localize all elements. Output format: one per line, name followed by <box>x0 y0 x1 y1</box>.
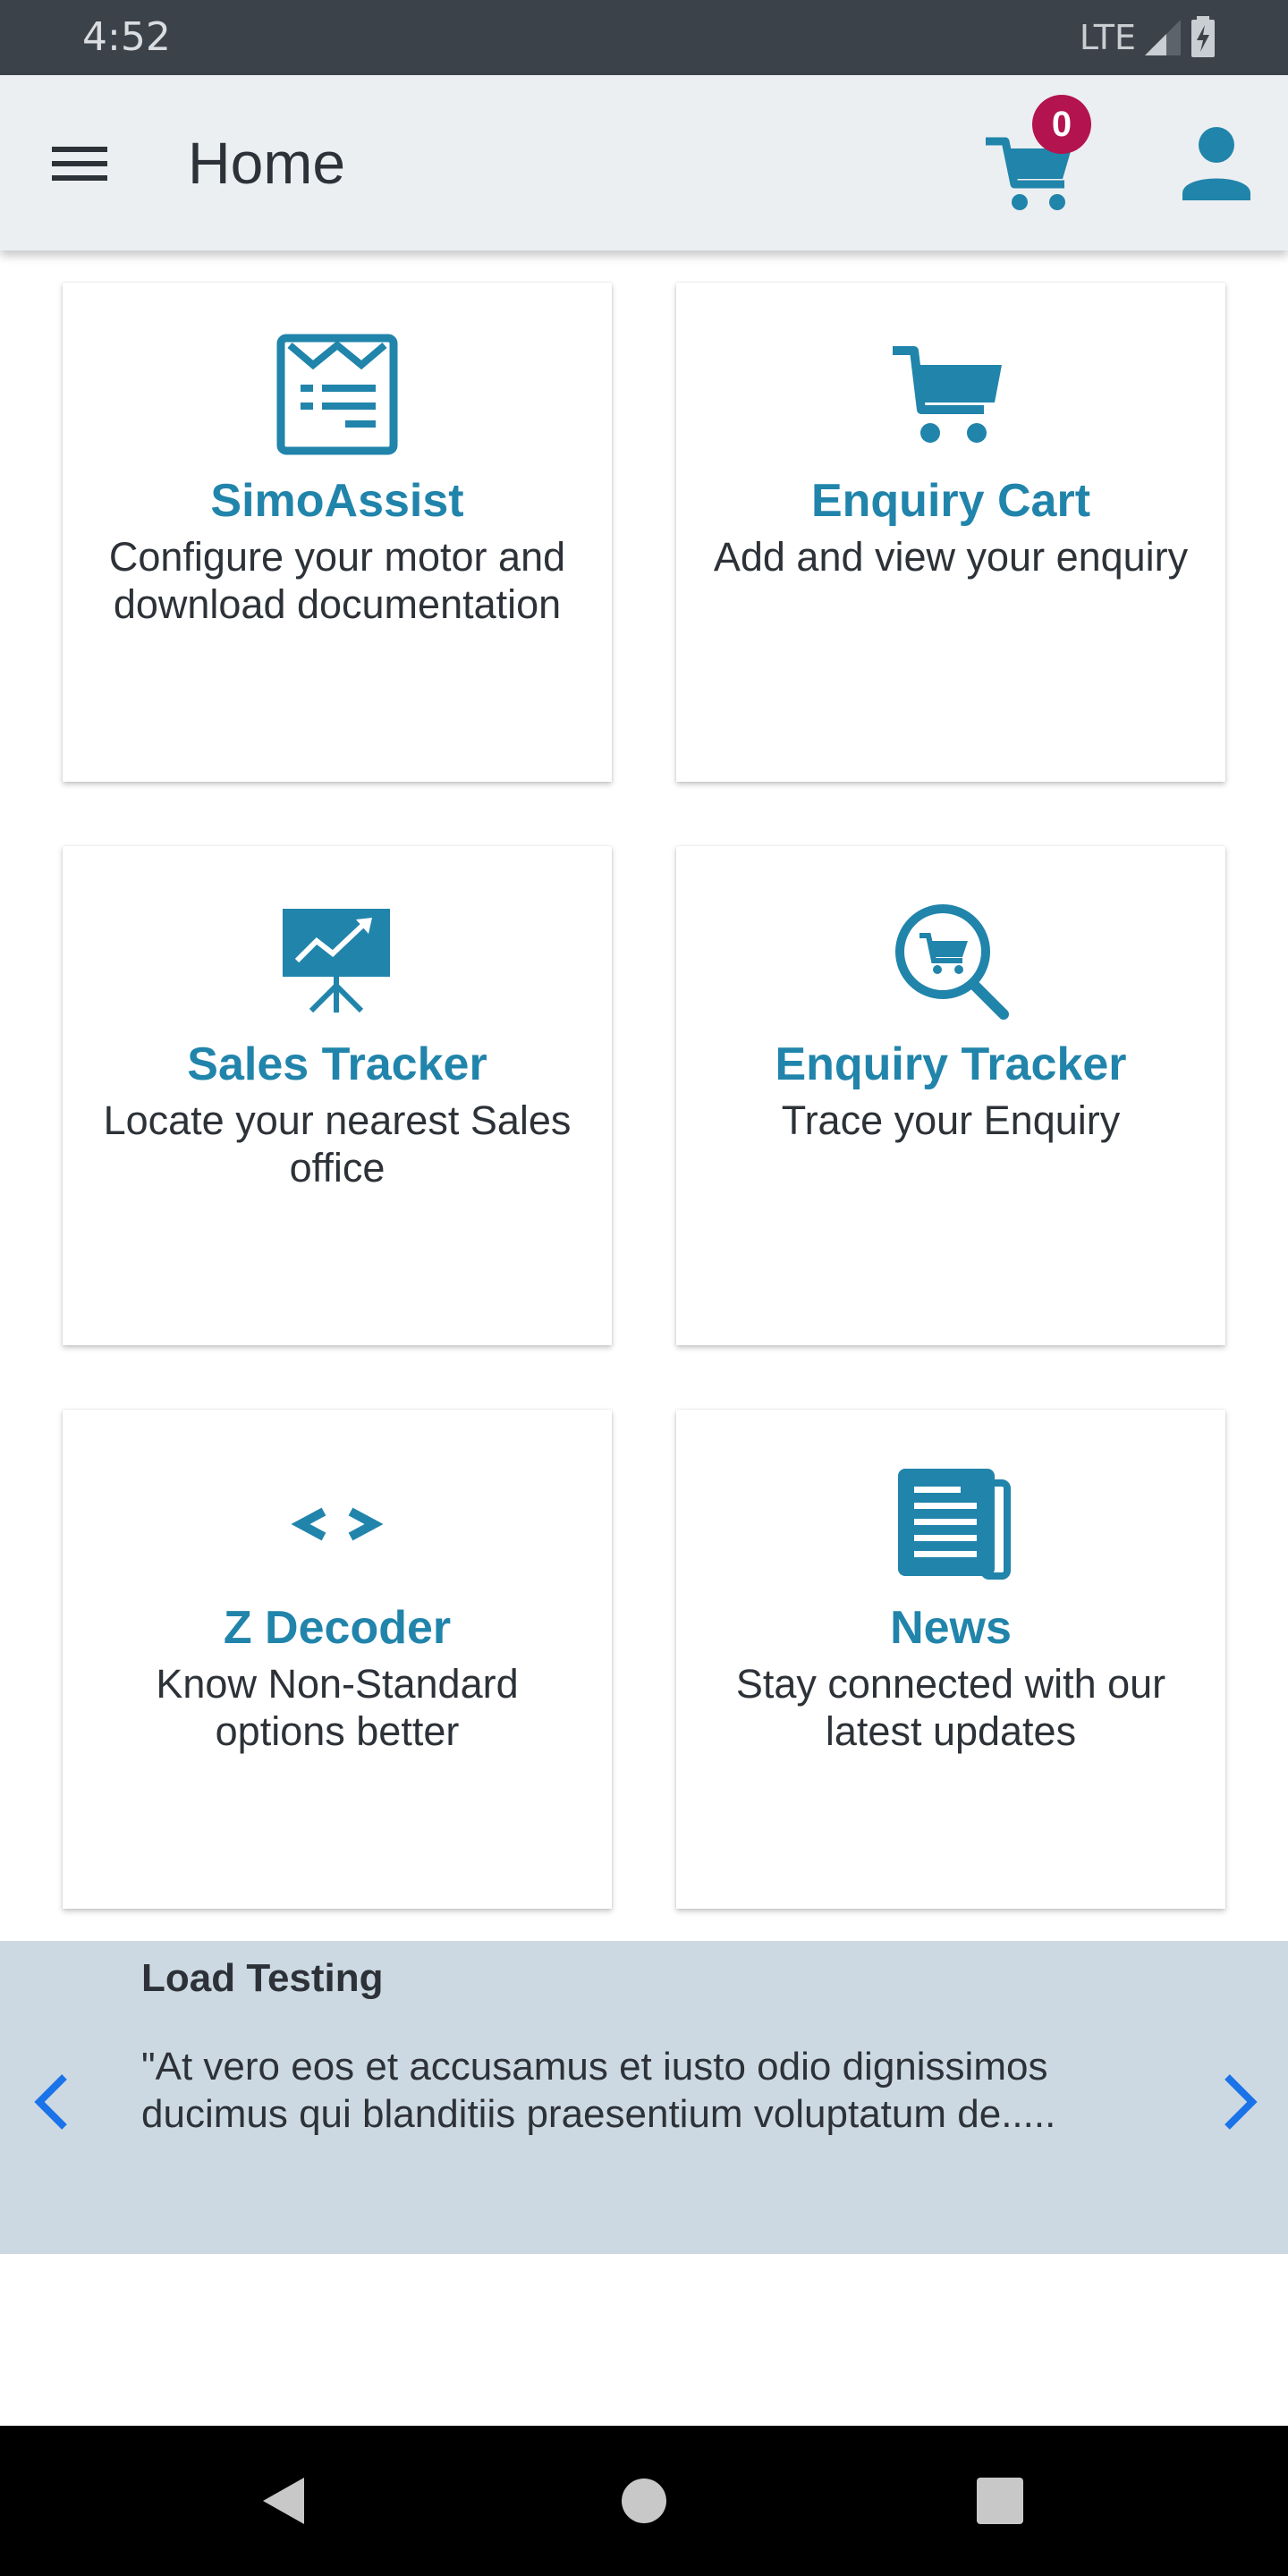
card-sales-tracker[interactable]: Sales Tracker Locate your nearest Sales … <box>63 846 612 1345</box>
card-z-decoder[interactable]: Z Decoder Know Non-Standard options bett… <box>63 1410 612 1909</box>
card-title: Z Decoder <box>223 1602 452 1654</box>
card-title: Enquiry Cart <box>810 475 1091 527</box>
card-title: Enquiry Tracker <box>775 1038 1127 1090</box>
code-brackets-icon <box>291 1507 384 1541</box>
newspaper-icon <box>898 1469 1011 1580</box>
search-cart-icon <box>895 904 1009 1020</box>
news-excerpt: "At vero eos et accusamus et iusto odio … <box>141 2045 1056 2136</box>
cart-icon <box>893 346 1002 443</box>
document-form-icon <box>276 334 398 455</box>
card-title: Sales Tracker <box>187 1038 487 1090</box>
back-button[interactable] <box>250 2465 322 2537</box>
system-navigation-bar <box>0 2426 1288 2576</box>
presentation-chart-icon <box>283 909 390 1013</box>
home-circle-icon <box>622 2479 666 2523</box>
person-icon <box>1182 127 1250 200</box>
carousel-next-button[interactable] <box>1213 2066 1267 2138</box>
card-description: Know Non-Standard options better <box>156 1661 519 1754</box>
carousel-previous-button[interactable] <box>25 2066 79 2138</box>
card-description: Add and view your enquiry <box>713 534 1189 580</box>
recents-square-icon <box>977 2478 1023 2524</box>
card-description: Configure your motor and download docume… <box>108 534 566 627</box>
card-title: News <box>890 1602 1012 1654</box>
page-title: Home <box>188 130 346 196</box>
card-news[interactable]: News Stay connected with our latest upda… <box>676 1410 1225 1909</box>
card-description: Trace your Enquiry <box>781 1097 1121 1143</box>
chevron-left-icon <box>34 2074 67 2130</box>
cart-count-badge: 0 <box>1032 95 1091 154</box>
back-triangle-icon <box>263 2478 304 2524</box>
hamburger-menu-icon <box>52 147 107 181</box>
profile-button[interactable] <box>1172 118 1261 216</box>
card-enquiry-tracker[interactable]: Enquiry Tracker Trace your Enquiry <box>676 846 1225 1345</box>
card-description: Stay connected with our latest updates <box>735 1661 1166 1754</box>
card-enquiry-cart[interactable]: Enquiry Cart Add and view your enquiry <box>676 283 1225 782</box>
recents-button[interactable] <box>964 2465 1036 2537</box>
card-description: Locate your nearest Sales office <box>103 1097 572 1191</box>
news-title: Load Testing <box>141 1956 384 2000</box>
menu-button[interactable] <box>45 134 116 191</box>
card-title: SimoAssist <box>210 475 464 527</box>
app-bar: Home 0 <box>0 75 1288 250</box>
home-button[interactable] <box>608 2465 680 2537</box>
card-simoassist[interactable]: SimoAssist Configure your motor and down… <box>63 283 612 782</box>
chevron-right-icon <box>1224 2074 1258 2130</box>
